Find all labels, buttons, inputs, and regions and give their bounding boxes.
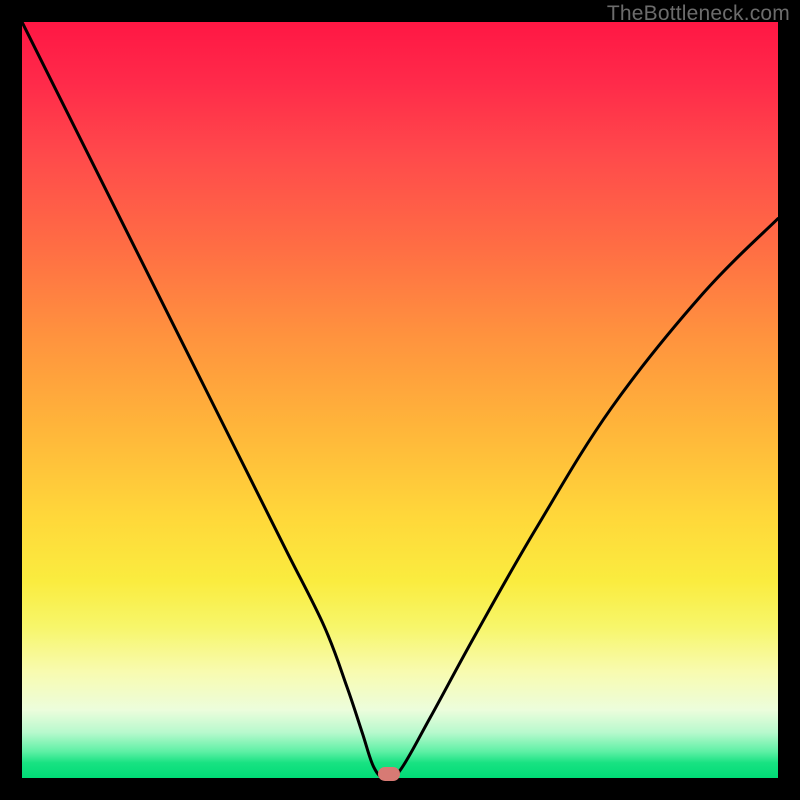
watermark-text: TheBottleneck.com [607, 2, 790, 26]
bottleneck-curve [22, 22, 778, 778]
chart-plot-area [22, 22, 778, 778]
optimal-point-marker [378, 767, 400, 781]
